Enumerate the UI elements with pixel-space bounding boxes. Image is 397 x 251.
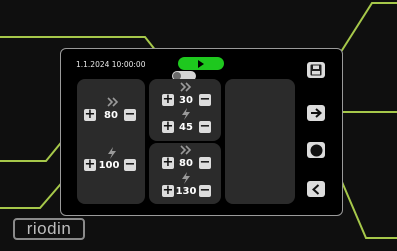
double-chevron-right-icon xyxy=(107,97,119,107)
mid-top-fast-minus-button[interactable]: − xyxy=(199,93,211,106)
mid-top-slow-value: 45 xyxy=(179,122,193,133)
save-icon xyxy=(310,64,322,76)
play-icon xyxy=(198,59,204,68)
brand-logo: riodin xyxy=(13,218,85,240)
mid-top-slow-minus-button[interactable]: − xyxy=(199,120,211,133)
fast-minus-button[interactable]: − xyxy=(124,108,136,121)
right-empty-card xyxy=(225,79,295,204)
double-chevron-right-icon xyxy=(180,82,192,92)
fast-speed-value: 80 xyxy=(104,110,118,121)
record-button[interactable] xyxy=(307,142,325,158)
mid-top-slow-plus-button[interactable]: + xyxy=(162,120,174,133)
timestamp: 1.1.2024 10:00:00 xyxy=(76,60,146,69)
lightning-icon xyxy=(182,172,190,184)
slow-speed-value: 100 xyxy=(98,160,120,171)
lightning-icon xyxy=(108,147,116,159)
fast-plus-button[interactable]: + xyxy=(84,108,96,121)
mid-top-fast-plus-button[interactable]: + xyxy=(162,93,174,106)
mid-bottom-slow-value: 130 xyxy=(175,186,197,197)
play-button[interactable] xyxy=(178,57,224,70)
mid-bottom-fast-plus-button[interactable]: + xyxy=(162,156,174,169)
back-button[interactable] xyxy=(307,181,325,197)
slow-minus-button[interactable]: − xyxy=(124,158,136,171)
lightning-icon xyxy=(182,108,190,120)
mid-bottom-fast-minus-button[interactable]: − xyxy=(199,156,211,169)
chevron-left-icon xyxy=(312,183,320,195)
slow-plus-button[interactable]: + xyxy=(84,158,96,171)
mid-bottom-fast-value: 80 xyxy=(179,158,193,169)
mid-top-fast-value: 30 xyxy=(179,95,193,106)
mid-bottom-slow-minus-button[interactable]: − xyxy=(199,184,211,197)
next-button[interactable] xyxy=(307,105,325,121)
double-chevron-right-icon xyxy=(180,145,192,155)
save-button[interactable] xyxy=(307,62,325,78)
arrow-right-icon xyxy=(311,108,322,118)
record-icon xyxy=(310,144,322,156)
